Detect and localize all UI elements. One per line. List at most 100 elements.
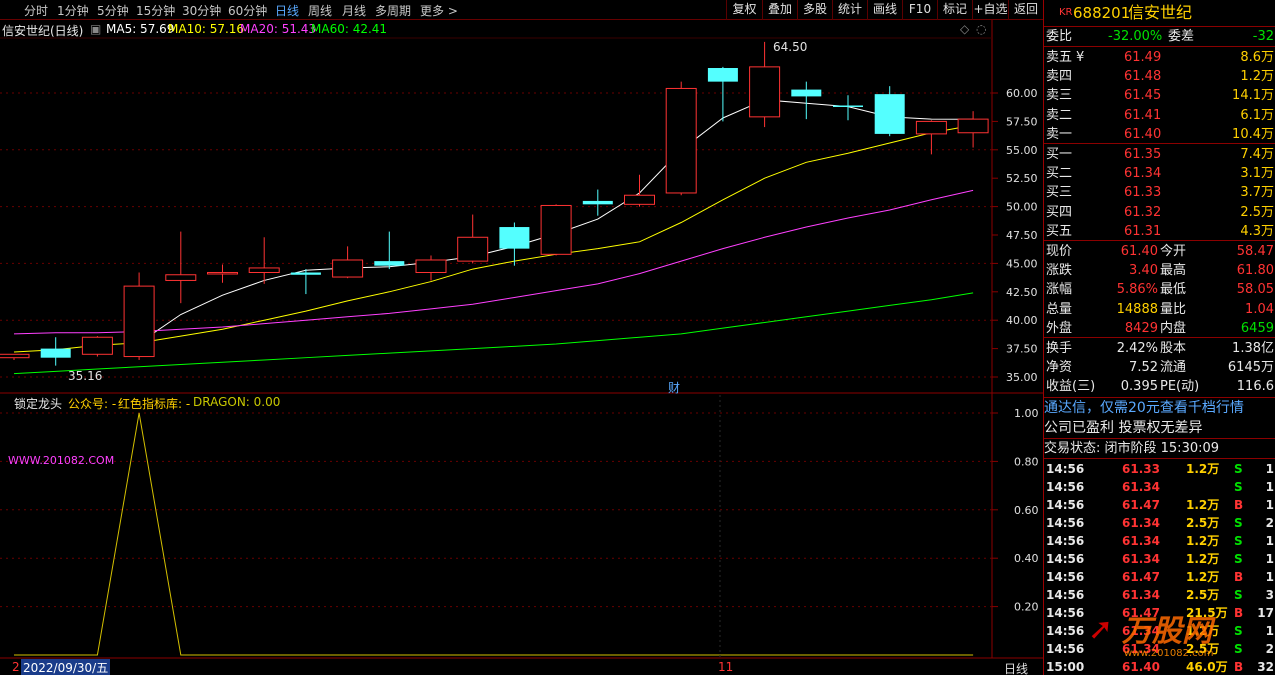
stat-label: 内盘 [1160, 320, 1187, 336]
candle [0, 353, 30, 360]
tick-row[interactable]: 14:56 61.34 1.2万 S 1 [1044, 532, 1275, 550]
mark-button[interactable]: 标记 [937, 0, 972, 20]
sell-row[interactable]: 卖三 61.45 14.1万 [1044, 86, 1275, 105]
order-price: 61.45 [1124, 88, 1162, 104]
tick-side: B [1234, 606, 1244, 620]
candle-body [0, 353, 30, 359]
stock-code: 688201 [1073, 4, 1131, 22]
overlay-button[interactable]: 叠加 [762, 0, 797, 20]
period-label[interactable]: 日线 [1004, 660, 1028, 675]
tick-row[interactable]: 14:56 61.47 1.2万 B 1 [1044, 568, 1275, 586]
tick-count: 1 [1265, 570, 1274, 584]
candle [123, 272, 155, 360]
stat-row[interactable]: 收益(三) 0.395 PE(动) 116.6 [1044, 377, 1275, 396]
tick-row[interactable]: 14:56 61.34 2.5万 S 3 [1044, 586, 1275, 604]
tab-weekly[interactable]: 周线 [308, 2, 332, 19]
buy-row[interactable]: 买四 61.32 2.5万 [1044, 203, 1275, 222]
stat-value: 5.86% [1116, 282, 1158, 298]
sell-row[interactable]: 卖五 61.49 8.6万 ¥ [1044, 48, 1275, 67]
y-tick-label: 52.50 [1006, 172, 1038, 185]
tick-volume: 1.2万 [1186, 462, 1220, 476]
draw-line-button[interactable]: 画线 [867, 0, 902, 20]
tab-fenshi[interactable]: 分时 [24, 2, 48, 19]
tick-row[interactable]: 14:56 61.47 1.2万 B 1 [1044, 496, 1275, 514]
y-tick-label: 55.00 [1006, 144, 1038, 157]
y-tick-label: 45.00 [1006, 257, 1038, 270]
tab-5min[interactable]: 5分钟 [97, 2, 129, 19]
tick-row[interactable]: 14:56 61.34 S 1 [1044, 478, 1275, 496]
sell-row[interactable]: 卖一 61.40 10.4万 [1044, 125, 1275, 144]
tab-60min[interactable]: 60分钟 [228, 2, 267, 19]
ad-banner-1[interactable]: 通达信，仅需20元查看千档行情 [1044, 398, 1275, 418]
tick-time: 15:00 [1046, 660, 1085, 674]
tab-more[interactable]: 更多 > [420, 2, 458, 19]
back-button[interactable]: 返回 [1008, 0, 1043, 20]
tab-multi-period[interactable]: 多周期 [375, 2, 411, 19]
tick-row[interactable]: 14:56 61.33 1.2万 S 1 [1044, 460, 1275, 478]
tick-side: S [1234, 624, 1243, 638]
candle-body [665, 87, 697, 194]
tick-count: 1 [1265, 462, 1274, 476]
order-volume: 6.1万 [1240, 107, 1274, 123]
order-label: 买三 [1046, 185, 1073, 201]
candle [248, 237, 280, 284]
sell-row[interactable]: 卖二 61.41 6.1万 [1044, 106, 1275, 125]
tab-15min[interactable]: 15分钟 [136, 2, 175, 19]
candle [81, 336, 113, 357]
stat-row[interactable]: 涨跌 3.40 最高 61.80 [1044, 261, 1275, 280]
candle-body [415, 259, 447, 273]
adjust-button[interactable]: 复权 [726, 0, 762, 20]
ma20-line [13, 189, 974, 335]
indicator-lib: 红色指标库: - [118, 397, 191, 411]
stat-label: 最低 [1160, 282, 1187, 298]
settings-icon[interactable]: ◌ [976, 22, 986, 36]
tick-row[interactable]: 14:56 61.34 2.5万 S 2 [1044, 514, 1275, 532]
order-label: 买四 [1046, 204, 1073, 220]
chart-canvas[interactable]: 60.00 57.50 55.00 52.50 50.00 47.50 45.00 42.50… [0, 0, 1043, 675]
stat-value: 61.80 [1236, 263, 1274, 279]
tab-monthly[interactable]: 月线 [342, 2, 366, 19]
candle [415, 255, 447, 281]
sell-row[interactable]: 卖四 61.48 1.2万 [1044, 67, 1275, 86]
y-tick-label: 37.50 [1006, 343, 1038, 356]
chevron-down-icon[interactable]: ▣ [90, 22, 101, 36]
weibi-label: 委比 [1046, 29, 1073, 44]
tab-1min[interactable]: 1分钟 [57, 2, 89, 19]
weibi-value: -32.00% [1108, 29, 1163, 44]
tab-daily[interactable]: 日线 [275, 2, 299, 19]
multi-stock-button[interactable]: 多股 [797, 0, 832, 20]
candle-body [915, 120, 947, 135]
statistics-button[interactable]: 统计 [832, 0, 867, 20]
stat-row[interactable]: 净资 7.52 流通 6145万 [1044, 358, 1275, 377]
candle [332, 246, 364, 279]
buy-row[interactable]: 买五 61.31 4.3万 [1044, 222, 1275, 241]
stat-label: 现价 [1046, 244, 1073, 259]
stat-row[interactable]: 现价 61.40 今开 58.47 [1044, 242, 1275, 261]
order-price: 61.49 [1124, 50, 1162, 65]
candle-body [81, 336, 113, 355]
f10-button[interactable]: F10 [902, 0, 937, 20]
watermark-logo: 万股网 [1122, 614, 1212, 649]
candle-body [791, 89, 822, 97]
stat-row[interactable]: 外盘 8429 内盘 6459 [1044, 319, 1275, 338]
stat-row[interactable]: 换手 2.42% 股本 1.38亿 [1044, 339, 1275, 358]
diamond-icon[interactable]: ◇ [960, 22, 969, 36]
indicator-tick-label: 0.60 [1014, 504, 1039, 517]
order-volume: 1.2万 [1240, 69, 1274, 85]
ma60-label: MA60: 42.41 [311, 22, 388, 36]
quote-panel: KR 688201 信安世纪 委比 -32.00% 委差 -32 卖五 61.49… [1043, 0, 1275, 675]
tick-row[interactable]: 14:56 61.34 1.2万 S 1 [1044, 550, 1275, 568]
buy-row[interactable]: 买一 61.35 7.4万 [1044, 145, 1275, 164]
buy-row[interactable]: 买二 61.34 3.1万 [1044, 164, 1275, 183]
stat-row[interactable]: 总量 14888 量比 1.04 [1044, 300, 1275, 319]
finance-marker[interactable]: 财 [668, 379, 680, 396]
order-price: 61.33 [1124, 185, 1162, 201]
add-watchlist-button[interactable]: +自选 [972, 0, 1008, 20]
tick-count: 3 [1265, 588, 1274, 602]
stat-row[interactable]: 涨幅 5.86% 最低 58.05 [1044, 280, 1275, 299]
tick-row[interactable]: 15:00 61.40 46.0万 B 32 [1044, 658, 1275, 675]
tick-count: 32 [1257, 660, 1274, 674]
tab-30min[interactable]: 30分钟 [182, 2, 221, 19]
buy-row[interactable]: 买三 61.33 3.7万 [1044, 183, 1275, 202]
ad-banner-2[interactable]: 公司已盈利 投票权无差异 [1044, 418, 1275, 438]
